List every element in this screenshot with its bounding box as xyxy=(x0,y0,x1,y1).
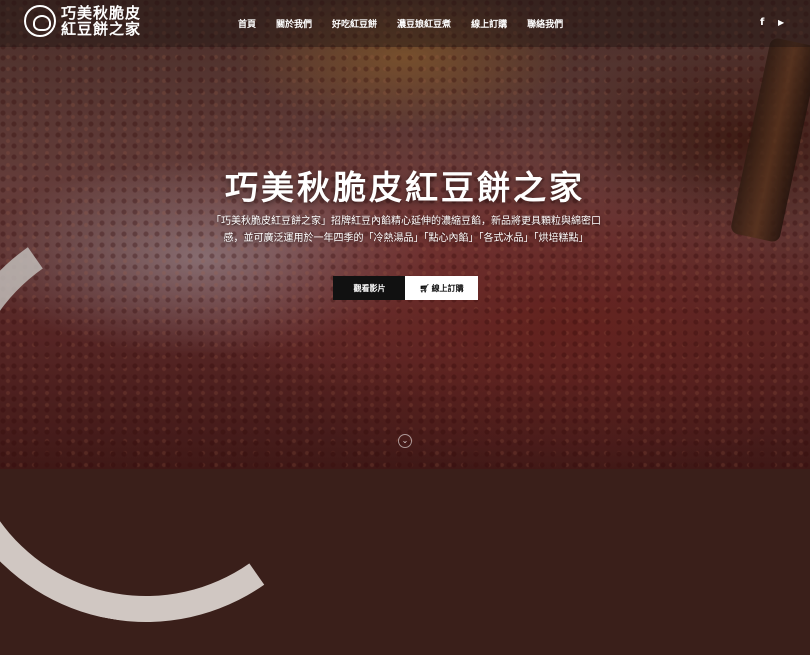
watch-video-button[interactable]: 觀看影片 xyxy=(333,276,406,300)
nav-red-bean-paste[interactable]: 濃豆娘紅豆煮 xyxy=(397,17,451,30)
nav-home[interactable]: 首頁 xyxy=(238,17,256,30)
nav-red-bean-cake[interactable]: 好吃紅豆餅 xyxy=(332,17,377,30)
bean-logo-icon xyxy=(24,5,56,37)
nav-order-online[interactable]: 線上訂購 xyxy=(471,17,507,30)
order-online-label: 線上訂購 xyxy=(431,283,464,293)
main-nav: 首頁 關於我們 好吃紅豆餅 濃豆娘紅豆煮 線上訂購 聯絡我們 xyxy=(238,0,583,47)
logo-text: 巧美秋脆皮 紅豆餅之家 xyxy=(61,5,141,37)
logo-text-line2: 紅豆餅之家 xyxy=(61,20,142,38)
order-online-button[interactable]: 🛒︎ 線上訂購 xyxy=(405,276,478,300)
hero-description: 「巧美秋脆皮紅豆餅之家」招牌紅豆內餡精心延伸的濃縮豆餡，新品將更具顆粒與綿密口感… xyxy=(211,216,601,244)
navbar: 巧美秋脆皮 紅豆餅之家 首頁 關於我們 好吃紅豆餅 濃豆娘紅豆煮 線上訂購 聯絡… xyxy=(0,0,810,47)
watch-video-label: 觀看影片 xyxy=(353,283,386,293)
cart-icon: 🛒︎ xyxy=(419,283,430,293)
hero-title: 巧美秋脆皮紅豆餅之家 xyxy=(225,168,585,207)
chevron-down-icon[interactable]: ⌄ xyxy=(398,434,412,448)
nav-contact[interactable]: 聯絡我們 xyxy=(527,17,563,30)
logo-text-line1: 巧美秋脆皮 xyxy=(61,4,142,22)
facebook-icon[interactable]: f xyxy=(760,17,764,28)
nav-about[interactable]: 關於我們 xyxy=(276,17,312,30)
youtube-icon[interactable]: ▶ xyxy=(778,18,784,27)
site-logo[interactable]: 巧美秋脆皮 紅豆餅之家 xyxy=(24,5,141,37)
